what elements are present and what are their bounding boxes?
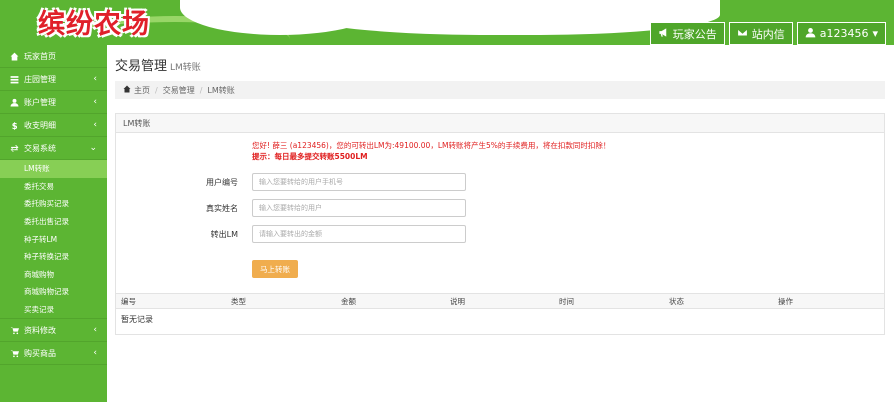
- breadcrumb-home-link[interactable]: 主页: [134, 85, 150, 96]
- submenu-item-trade-records[interactable]: 买卖记录: [0, 301, 107, 319]
- user-icon: [805, 27, 816, 41]
- column-header-action: 操作: [778, 297, 793, 306]
- user-icon: [10, 98, 19, 107]
- sidebar-item-home[interactable]: 玩家首页: [0, 45, 107, 68]
- submenu-item-seed-records[interactable]: 种子转换记录: [0, 248, 107, 266]
- svg-text:$: $: [12, 121, 18, 130]
- cart-icon: [10, 349, 19, 358]
- megaphone-icon: [658, 27, 669, 41]
- messages-button[interactable]: 站内信: [728, 22, 793, 45]
- breadcrumb-current: LM转账: [207, 85, 235, 95]
- home-icon: [10, 52, 19, 61]
- column-header-time: 时间: [559, 297, 574, 306]
- submenu-item-mall-records[interactable]: 商城购物记录: [0, 283, 107, 301]
- envelope-icon: [737, 27, 748, 41]
- transfer-notice: 您好! 薛三 (a123456)，您的可转出LM为:49100.00，LM转账将…: [252, 140, 610, 162]
- page-title: 交易管理 LM转账: [115, 59, 201, 74]
- chevron-left-icon: ‹: [93, 97, 97, 107]
- breadcrumb: 主页 / 交易管理 / LM转账: [115, 81, 885, 99]
- chevron-down-icon: ⌄: [89, 143, 97, 153]
- sidebar-item-farm[interactable]: 庄园管理 ‹: [0, 68, 107, 91]
- column-header-type: 类型: [231, 297, 246, 306]
- home-icon: [123, 85, 134, 95]
- notice-balance-text: 您好! 薛三 (a123456)，您的可转出LM为:49100.00，LM转账将…: [252, 141, 611, 150]
- column-header-amount: 金额: [341, 297, 356, 306]
- sidebar-item-finance[interactable]: $ 收支明细 ‹: [0, 114, 107, 137]
- form-row-amount: 转出LM: [116, 225, 886, 245]
- user-id-label: 用户编号: [206, 178, 238, 187]
- header-buttons: 玩家公告 站内信 a123456 ▾: [649, 22, 886, 45]
- chevron-left-icon: ‹: [93, 74, 97, 84]
- notice-limit-text: 提示：每日最多提交转账5500LM: [252, 152, 368, 161]
- panel-title: LM转账: [116, 114, 884, 133]
- sidebar-item-account[interactable]: 账户管理 ‹: [0, 91, 107, 114]
- chevron-left-icon: ‹: [93, 325, 97, 336]
- form-row-user: 用户编号: [116, 173, 886, 193]
- real-name-input[interactable]: [252, 199, 466, 217]
- amount-input[interactable]: [252, 225, 466, 243]
- exchange-icon: [10, 144, 19, 153]
- page-subtitle: LM转账: [170, 63, 201, 73]
- transfer-panel: LM转账 您好! 薛三 (a123456)，您的可转出LM为:49100.00，…: [115, 113, 885, 335]
- submenu-item-mall[interactable]: 商城购物: [0, 266, 107, 284]
- column-header-description: 说明: [450, 297, 465, 306]
- user-menu-button[interactable]: a123456 ▾: [796, 22, 886, 45]
- column-header-id: 编号: [121, 297, 136, 306]
- chevron-left-icon: ‹: [93, 348, 97, 359]
- cart-icon: [10, 326, 19, 335]
- form-row-name: 真实姓名: [116, 199, 886, 219]
- top-header: 缤纷农场 玩家公告 站内信 a123456 ▾: [0, 0, 894, 45]
- sidebar: 玩家首页 庄园管理 ‹ 账户管理 ‹ $ 收支明细 ‹ 交易系统 ⌄ LM转账 …: [0, 45, 107, 402]
- submenu-item-lm-transfer[interactable]: LM转账: [0, 160, 107, 178]
- submenu-item-buy-records[interactable]: 委托购买记录: [0, 195, 107, 213]
- chevron-left-icon: ‹: [93, 120, 97, 130]
- dollar-icon: $: [10, 121, 19, 130]
- sidebar-item-buy-goods[interactable]: 购买商品 ‹: [0, 342, 107, 366]
- column-header-status: 状态: [669, 297, 684, 306]
- real-name-label: 真实姓名: [206, 204, 238, 213]
- main-content: 交易管理 LM转账 主页 / 交易管理 / LM转账 LM转账 您好! 薛三 (a…: [107, 45, 894, 402]
- amount-label: 转出LM: [210, 230, 238, 239]
- transfer-submit-button[interactable]: 马上转账: [252, 260, 298, 278]
- list-icon: [10, 75, 19, 84]
- sidebar-item-trade[interactable]: 交易系统 ⌄: [0, 137, 107, 160]
- submenu-item-seed-to-lm[interactable]: 种子转LM: [0, 230, 107, 248]
- announcement-button[interactable]: 玩家公告: [649, 22, 725, 45]
- submenu-item-entrust-trade[interactable]: 委托交易: [0, 178, 107, 196]
- user-id-input[interactable]: [252, 173, 466, 191]
- sidebar-item-profile[interactable]: 资料修改 ‹: [0, 318, 107, 343]
- breadcrumb-trade-link[interactable]: 交易管理: [163, 85, 195, 96]
- trade-submenu: LM转账 委托交易 委托购买记录 委托出售记录 种子转LM 种子转换记录 商城购…: [0, 160, 107, 319]
- site-logo: 缤纷农场: [38, 9, 150, 40]
- empty-records-text: 暂无记录: [121, 315, 153, 324]
- chevron-down-icon: ▾: [872, 27, 878, 40]
- submenu-item-sell-records[interactable]: 委托出售记录: [0, 213, 107, 231]
- records-table-header: 编号 类型 金额 说明 时间 状态 操作: [116, 293, 884, 309]
